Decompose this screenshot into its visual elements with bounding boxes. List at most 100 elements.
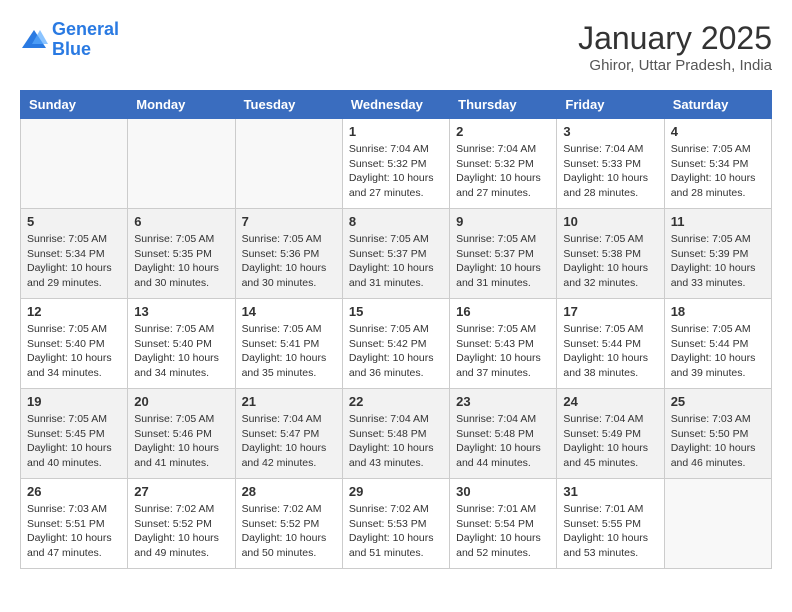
day-number: 16 [456,304,550,319]
day-detail: Sunrise: 7:05 AMSunset: 5:46 PMDaylight:… [134,412,228,471]
day-detail: Sunrise: 7:05 AMSunset: 5:40 PMDaylight:… [27,322,121,381]
week-row-1: 1 Sunrise: 7:04 AMSunset: 5:32 PMDaylight… [21,119,772,209]
logo-text: General Blue [52,20,119,60]
day-cell [235,119,342,209]
day-detail: Sunrise: 7:01 AMSunset: 5:54 PMDaylight:… [456,502,550,561]
header-sunday: Sunday [21,91,128,119]
day-detail: Sunrise: 7:04 AMSunset: 5:48 PMDaylight:… [456,412,550,471]
day-cell: 26Sunrise: 7:03 AMSunset: 5:51 PMDayligh… [21,479,128,569]
day-number: 25 [671,394,765,409]
day-cell: 14 Sunrise: 7:05 AMSunset: 5:41 PMDayligh… [235,299,342,389]
day-number: 9 [456,214,550,229]
day-cell: 15 Sunrise: 7:05 AMSunset: 5:42 PMDayligh… [342,299,449,389]
day-cell: 6 Sunrise: 7:05 AMSunset: 5:35 PMDaylight… [128,209,235,299]
day-cell: 31Sunrise: 7:01 AMSunset: 5:55 PMDayligh… [557,479,664,569]
header-wednesday: Wednesday [342,91,449,119]
day-detail: Sunrise: 7:04 AMSunset: 5:32 PMDaylight:… [349,142,443,201]
day-cell: 9 Sunrise: 7:05 AMSunset: 5:37 PMDaylight… [450,209,557,299]
day-cell: 8 Sunrise: 7:05 AMSunset: 5:37 PMDaylight… [342,209,449,299]
day-detail: Sunrise: 7:05 AMSunset: 5:38 PMDaylight:… [563,232,657,291]
day-detail: Sunrise: 7:05 AMSunset: 5:37 PMDaylight:… [456,232,550,291]
day-detail: Sunrise: 7:05 AMSunset: 5:44 PMDaylight:… [563,322,657,381]
day-cell: 25 Sunrise: 7:03 AMSunset: 5:50 PMDayligh… [664,389,771,479]
day-cell [664,479,771,569]
day-cell: 17 Sunrise: 7:05 AMSunset: 5:44 PMDayligh… [557,299,664,389]
day-detail: Sunrise: 7:05 AMSunset: 5:43 PMDaylight:… [456,322,550,381]
day-number: 27 [134,484,228,499]
day-detail: Sunrise: 7:04 AMSunset: 5:33 PMDaylight:… [563,142,657,201]
logo-line2: Blue [52,39,91,59]
day-detail: Sunrise: 7:04 AMSunset: 5:49 PMDaylight:… [563,412,657,471]
day-detail: Sunrise: 7:02 AMSunset: 5:53 PMDaylight:… [349,502,443,561]
calendar-table: SundayMondayTuesdayWednesdayThursdayFrid… [20,90,772,569]
day-number: 11 [671,214,765,229]
day-detail: Sunrise: 7:05 AMSunset: 5:35 PMDaylight:… [134,232,228,291]
day-detail: Sunrise: 7:05 AMSunset: 5:34 PMDaylight:… [27,232,121,291]
title-block: January 2025 Ghiror, Uttar Pradesh, Indi… [578,20,772,74]
day-detail: Sunrise: 7:04 AMSunset: 5:32 PMDaylight:… [456,142,550,201]
day-number: 26 [27,484,121,499]
day-number: 21 [242,394,336,409]
logo-icon [20,26,48,54]
day-number: 5 [27,214,121,229]
day-cell: 23 Sunrise: 7:04 AMSunset: 5:48 PMDayligh… [450,389,557,479]
day-number: 28 [242,484,336,499]
day-number: 24 [563,394,657,409]
day-cell [128,119,235,209]
day-cell: 21 Sunrise: 7:04 AMSunset: 5:47 PMDayligh… [235,389,342,479]
day-cell: 16 Sunrise: 7:05 AMSunset: 5:43 PMDayligh… [450,299,557,389]
header-friday: Friday [557,91,664,119]
day-cell: 7Sunrise: 7:05 AMSunset: 5:36 PMDaylight… [235,209,342,299]
day-detail: Sunrise: 7:01 AMSunset: 5:55 PMDaylight:… [563,502,657,561]
day-cell: 29Sunrise: 7:02 AMSunset: 5:53 PMDayligh… [342,479,449,569]
day-number: 14 [242,304,336,319]
header-saturday: Saturday [664,91,771,119]
day-number: 10 [563,214,657,229]
week-row-3: 12Sunrise: 7:05 AMSunset: 5:40 PMDayligh… [21,299,772,389]
day-cell: 2 Sunrise: 7:04 AMSunset: 5:32 PMDaylight… [450,119,557,209]
day-cell: 1 Sunrise: 7:04 AMSunset: 5:32 PMDaylight… [342,119,449,209]
day-detail: Sunrise: 7:03 AMSunset: 5:50 PMDaylight:… [671,412,765,471]
day-cell: 20 Sunrise: 7:05 AMSunset: 5:46 PMDayligh… [128,389,235,479]
day-number: 6 [134,214,228,229]
week-row-5: 26Sunrise: 7:03 AMSunset: 5:51 PMDayligh… [21,479,772,569]
day-number: 13 [134,304,228,319]
day-cell: 11Sunrise: 7:05 AMSunset: 5:39 PMDayligh… [664,209,771,299]
day-number: 17 [563,304,657,319]
day-number: 4 [671,124,765,139]
day-detail: Sunrise: 7:02 AMSunset: 5:52 PMDaylight:… [242,502,336,561]
logo: General Blue [20,20,119,60]
day-cell: 24 Sunrise: 7:04 AMSunset: 5:49 PMDayligh… [557,389,664,479]
day-cell: 5 Sunrise: 7:05 AMSunset: 5:34 PMDaylight… [21,209,128,299]
day-cell: 4Sunrise: 7:05 AMSunset: 5:34 PMDaylight… [664,119,771,209]
day-number: 1 [349,124,443,139]
day-cell [21,119,128,209]
day-detail: Sunrise: 7:05 AMSunset: 5:37 PMDaylight:… [349,232,443,291]
day-number: 23 [456,394,550,409]
header-thursday: Thursday [450,91,557,119]
location: Ghiror, Uttar Pradesh, India [578,57,772,74]
day-cell: 12Sunrise: 7:05 AMSunset: 5:40 PMDayligh… [21,299,128,389]
day-cell: 30 Sunrise: 7:01 AMSunset: 5:54 PMDayligh… [450,479,557,569]
day-number: 19 [27,394,121,409]
day-detail: Sunrise: 7:05 AMSunset: 5:41 PMDaylight:… [242,322,336,381]
day-detail: Sunrise: 7:04 AMSunset: 5:47 PMDaylight:… [242,412,336,471]
month-title: January 2025 [578,20,772,57]
day-detail: Sunrise: 7:05 AMSunset: 5:45 PMDaylight:… [27,412,121,471]
day-detail: Sunrise: 7:05 AMSunset: 5:40 PMDaylight:… [134,322,228,381]
day-number: 22 [349,394,443,409]
day-detail: Sunrise: 7:05 AMSunset: 5:42 PMDaylight:… [349,322,443,381]
day-number: 8 [349,214,443,229]
day-number: 30 [456,484,550,499]
day-cell: 27Sunrise: 7:02 AMSunset: 5:52 PMDayligh… [128,479,235,569]
day-number: 2 [456,124,550,139]
page-header: General Blue January 2025 Ghiror, Uttar … [20,20,772,74]
day-number: 3 [563,124,657,139]
day-number: 20 [134,394,228,409]
day-number: 18 [671,304,765,319]
day-cell: 18Sunrise: 7:05 AMSunset: 5:44 PMDayligh… [664,299,771,389]
logo-line1: General [52,19,119,39]
day-cell: 13 Sunrise: 7:05 AMSunset: 5:40 PMDayligh… [128,299,235,389]
day-cell: 10 Sunrise: 7:05 AMSunset: 5:38 PMDayligh… [557,209,664,299]
day-number: 15 [349,304,443,319]
